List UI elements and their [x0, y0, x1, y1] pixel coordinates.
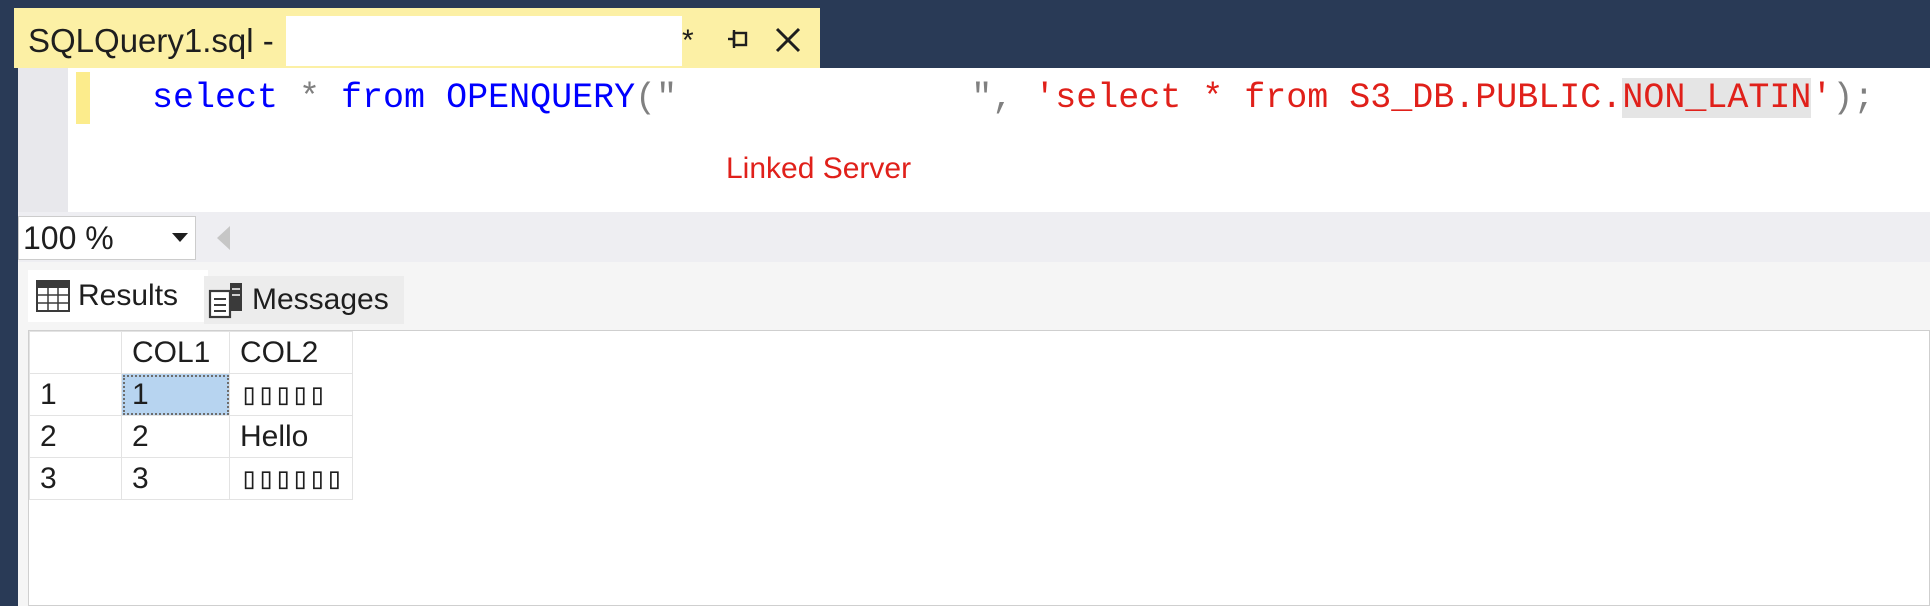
string-literal-2: '	[1811, 78, 1833, 118]
cell-col2[interactable]: ▯▯▯▯▯▯	[228, 457, 354, 500]
row-number[interactable]: 2	[29, 415, 122, 458]
cell-col1[interactable]: 1	[121, 373, 230, 416]
header-col1[interactable]: COL1	[121, 331, 230, 374]
keyword-from: from	[341, 78, 426, 118]
scroll-left-icon	[217, 226, 230, 250]
results-grid: COL1 COL2 1 1 ▯▯▯▯▯ 2 2 Hello 3 3 ▯▯▯▯▯▯	[28, 330, 1930, 606]
table-row: 2 2 Hello	[29, 415, 354, 458]
query-editor[interactable]: select * from OPENQUERY(" ", 'select * f…	[18, 68, 1930, 212]
change-indicator	[76, 72, 90, 124]
tab-results[interactable]: Results	[28, 270, 208, 322]
redacted-region	[286, 16, 682, 66]
table-row: 1 1 ▯▯▯▯▯	[29, 373, 354, 416]
tab-messages-label: Messages	[252, 283, 389, 316]
table-row: 3 3 ▯▯▯▯▯▯	[29, 457, 354, 500]
header-row: COL1 COL2	[29, 331, 354, 374]
close-icon	[775, 27, 801, 53]
editor-status-bar: 100 %	[18, 212, 1930, 262]
keyword-select: select	[152, 78, 279, 118]
function-openquery: OPENQUERY	[425, 78, 636, 118]
cell-col2[interactable]: Hello	[228, 415, 354, 458]
header-col2[interactable]: COL2	[228, 331, 354, 374]
linked-server-label: Linked Server	[726, 152, 912, 185]
row-number[interactable]: 1	[29, 373, 122, 416]
pin-icon	[728, 30, 748, 48]
close-quote: ",	[971, 78, 1035, 118]
row-number[interactable]: 3	[29, 457, 122, 500]
statement-end: );	[1832, 78, 1875, 118]
zoom-value: 100 %	[23, 219, 114, 256]
string-literal-1: 'select * from S3_DB.PUBLIC.	[1034, 78, 1623, 118]
modified-marker: *	[682, 24, 694, 57]
chevron-down-icon	[165, 216, 195, 260]
code-gap	[677, 78, 971, 118]
cell-col2[interactable]: ▯▯▯▯▯	[228, 373, 354, 416]
tab-results-label: Results	[78, 279, 179, 312]
document-tab-strip: SQLQuery1.sql - *	[0, 0, 1930, 68]
results-pane: Results Messages COL1 COL2 1 1 ▯▯▯▯▯ 2 2…	[18, 262, 1930, 606]
close-tab-button[interactable]	[766, 18, 810, 62]
tab-messages[interactable]: Messages	[204, 276, 404, 324]
results-table: COL1 COL2 1 1 ▯▯▯▯▯ 2 2 Hello 3 3 ▯▯▯▯▯▯	[29, 331, 354, 500]
document-tab-sqlquery1[interactable]: SQLQuery1.sql - *	[14, 8, 820, 68]
scroll-left-button[interactable]	[214, 224, 234, 252]
messages-icon	[208, 283, 242, 319]
cell-col1[interactable]: 2	[121, 415, 230, 458]
editor-margin	[18, 68, 68, 212]
string-literal-highlight: NON_LATIN	[1622, 78, 1812, 118]
grid-icon	[36, 280, 70, 312]
operator-star: *	[278, 78, 342, 118]
header-rownum[interactable]	[29, 331, 122, 374]
tab-title: SQLQuery1.sql -	[28, 22, 274, 59]
code-line-1[interactable]: select * from OPENQUERY(" ", 'select * f…	[152, 76, 1874, 120]
zoom-select[interactable]: 100 %	[18, 216, 196, 260]
pin-tab-button[interactable]	[716, 18, 760, 62]
open-paren: ("	[635, 78, 678, 118]
cell-col1[interactable]: 3	[121, 457, 230, 500]
